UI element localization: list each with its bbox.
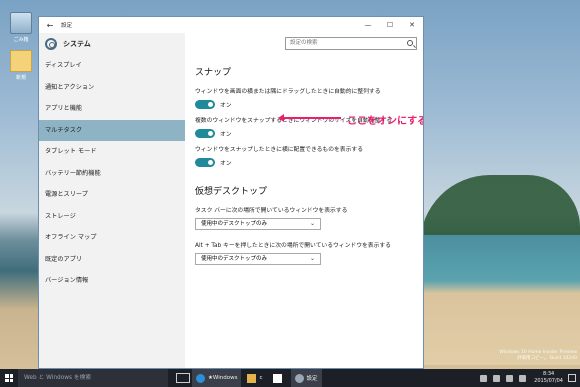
action-center-icon[interactable] xyxy=(568,374,576,382)
toggle-state: オン xyxy=(220,102,232,109)
taskbar: Web と Windows を検索 ★Windows c 設定 8:34 201… xyxy=(0,369,580,387)
sidebar-item-default-apps[interactable]: 既定のアプリ xyxy=(39,249,185,271)
sidebar-item-about[interactable]: バージョン情報 xyxy=(39,270,185,292)
sidebar-item-apps[interactable]: アプリと機能 xyxy=(39,98,185,120)
snap-heading: スナップ xyxy=(195,68,232,78)
sidebar-item-offline-maps[interactable]: オフライン マップ xyxy=(39,227,185,249)
taskbar-app-internet-explorer[interactable]: ★Windows xyxy=(192,369,242,387)
settings-window: ← 設定 — ☐ ✕ システム ディスプレイ 通知とアクション アプリと機能 マ… xyxy=(38,16,424,369)
sidebar-item-notifications[interactable]: 通知とアクション xyxy=(39,77,185,99)
chevron-down-icon: ⌄ xyxy=(309,255,315,262)
recycle-bin-icon[interactable] xyxy=(10,12,32,34)
taskbar-windows-select[interactable]: 使用中のデスクトップのみ ⌄ xyxy=(195,218,321,230)
virtual-desktops-heading: 仮想デスクトップ xyxy=(195,187,268,197)
taskbar-app-settings[interactable]: 設定 xyxy=(290,369,322,387)
close-button[interactable]: ✕ xyxy=(401,21,423,29)
snap-assist-toggle[interactable] xyxy=(195,157,215,167)
wallpaper-beach xyxy=(420,235,580,365)
volume-icon[interactable] xyxy=(493,374,501,382)
annotation-callout: ここをオンにする xyxy=(347,116,424,127)
clock[interactable]: 8:34 2015/07/04 xyxy=(529,371,568,385)
windows-logo-icon xyxy=(5,374,13,382)
internet-explorer-icon xyxy=(196,373,205,383)
sidebar-item-display[interactable]: ディスプレイ xyxy=(39,55,185,77)
snap-resize-toggle[interactable] xyxy=(195,128,215,138)
start-button[interactable] xyxy=(0,369,18,387)
battery-icon[interactable] xyxy=(506,374,514,382)
system-title: システム xyxy=(63,40,91,48)
system-header: システム xyxy=(39,33,185,55)
snap-toggle-row: オン xyxy=(195,127,420,139)
system-tray: 8:34 2015/07/04 xyxy=(477,369,580,387)
gear-icon xyxy=(45,38,57,50)
store-icon xyxy=(272,373,282,383)
file-explorer-icon xyxy=(247,373,257,383)
sidebar-item-power-sleep[interactable]: 電源とスリープ xyxy=(39,184,185,206)
annotation-arrow xyxy=(278,114,341,122)
multitasking-content: スナップ ウィンドウを画面の横または隅にドラッグしたときに自動的に整列する オン… xyxy=(195,65,420,277)
sidebar: システム ディスプレイ 通知とアクション アプリと機能 マルチタスク タブレット… xyxy=(39,33,185,368)
snap-setting-label: ウィンドウを画面の横または隅にドラッグしたときに自動的に整列する xyxy=(195,89,381,95)
toggle-state: オン xyxy=(220,131,232,138)
chevron-down-icon: ⌄ xyxy=(309,220,315,227)
sidebar-item-multitasking[interactable]: マルチタスク xyxy=(39,119,185,141)
window-title: 設定 xyxy=(61,23,73,29)
recycle-bin-label: ごみ箱 xyxy=(13,37,29,43)
minimize-button[interactable]: — xyxy=(357,21,379,29)
title-bar[interactable]: ← 設定 — ☐ ✕ xyxy=(39,17,423,33)
folder-label: 新規 xyxy=(15,75,26,81)
taskbar-app-store[interactable] xyxy=(269,369,289,387)
snap-toggle-row: オン xyxy=(195,156,420,168)
back-arrow-icon[interactable]: ← xyxy=(39,21,61,30)
alt-tab-windows-label: Alt + Tab キーを押したときに次の場所で開いているウィンドウを表示する xyxy=(195,243,391,249)
task-view-icon[interactable] xyxy=(176,373,190,383)
ime-icon[interactable] xyxy=(519,374,527,382)
sidebar-item-storage[interactable]: ストレージ xyxy=(39,206,185,228)
taskbar-app-file-explorer[interactable]: c xyxy=(243,369,266,387)
search-icon[interactable] xyxy=(407,40,413,46)
network-icon[interactable] xyxy=(480,374,488,382)
taskbar-windows-label: タスク バーに次の場所で開いているウィンドウを表示する xyxy=(195,208,348,214)
snap-toggle-row: オン xyxy=(195,98,420,110)
toggle-state: オン xyxy=(220,160,232,167)
snap-setting-label: ウィンドウをスナップしたときに横に配置できるものを表示する xyxy=(195,147,363,153)
alt-tab-windows-select[interactable]: 使用中のデスクトップのみ ⌄ xyxy=(195,253,321,265)
search-input[interactable]: 設定の検索 xyxy=(285,37,417,50)
snap-arrange-toggle[interactable] xyxy=(195,99,215,109)
folder-icon[interactable] xyxy=(10,50,32,72)
maximize-button[interactable]: ☐ xyxy=(379,21,401,29)
sidebar-item-tablet-mode[interactable]: タブレット モード xyxy=(39,141,185,163)
build-watermark: Windows 10 Home Insider Preview 評価用コピー。 … xyxy=(499,350,577,361)
sidebar-item-battery-saver[interactable]: バッテリー節約機能 xyxy=(39,163,185,185)
taskbar-search-input[interactable]: Web と Windows を検索 xyxy=(18,369,168,387)
settings-icon xyxy=(294,373,304,383)
